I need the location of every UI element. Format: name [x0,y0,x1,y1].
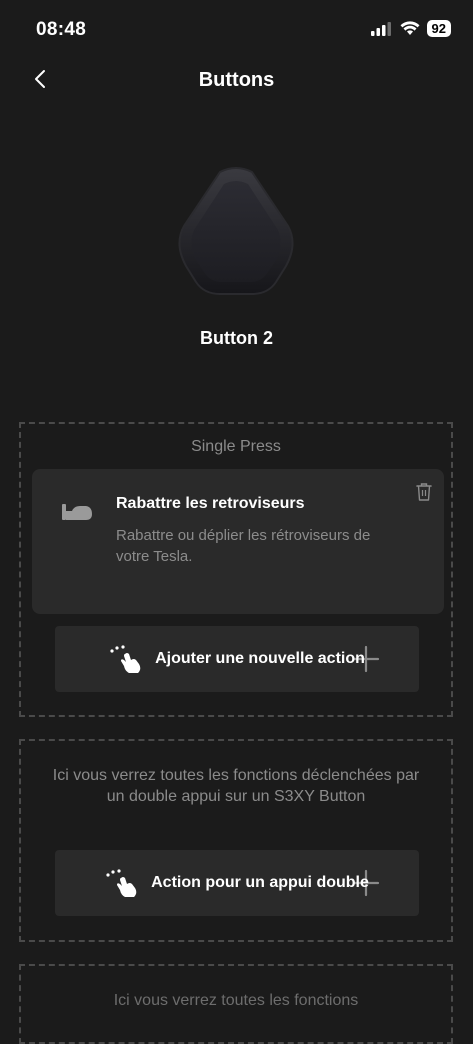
double-press-info: Ici vous verrez toutes les fonctions déc… [52,767,420,805]
long-press-section: Ici vous verrez toutes les fonctions [19,964,453,1044]
action-title: Rabattre les retroviseurs [116,495,305,512]
single-press-section: Single Press Rabattre les retroviseurs R… [19,422,453,717]
add-double-press-action-button[interactable]: Action pour un appui double [55,850,419,916]
side-mirror-icon [62,504,92,520]
device-name: Button 2 [200,328,273,348]
nav-bar: Buttons [0,60,473,100]
trash-icon[interactable] [414,481,434,503]
section-title: Single Press [191,438,281,455]
add-double-press-label: Action pour un appui double [151,874,369,891]
tap-gesture-icon [106,869,137,897]
action-description: Rabattre ou déplier les rétroviseurs de … [116,527,371,565]
status-time: 08:48 [36,19,87,40]
long-press-info: Ici vous verrez toutes les fonctions [113,992,359,1009]
wifi-icon [400,21,420,35]
cellular-signal-icon [370,21,391,36]
tap-gesture-icon [110,645,141,673]
add-action-label: Ajouter une nouvelle action [155,650,365,667]
status-icons: 92 [370,20,451,37]
page-title: Buttons [198,69,275,91]
status-bar: 08:48 92 [0,0,473,60]
battery-indicator: 92 [426,20,451,37]
action-card[interactable]: Rabattre les retroviseurs Rabattre ou dé… [32,469,444,614]
add-action-button[interactable]: Ajouter une nouvelle action [55,626,419,692]
s3xy-button-image [178,167,294,295]
double-press-section: Ici vous verrez toutes les fonctions déc… [19,739,453,942]
